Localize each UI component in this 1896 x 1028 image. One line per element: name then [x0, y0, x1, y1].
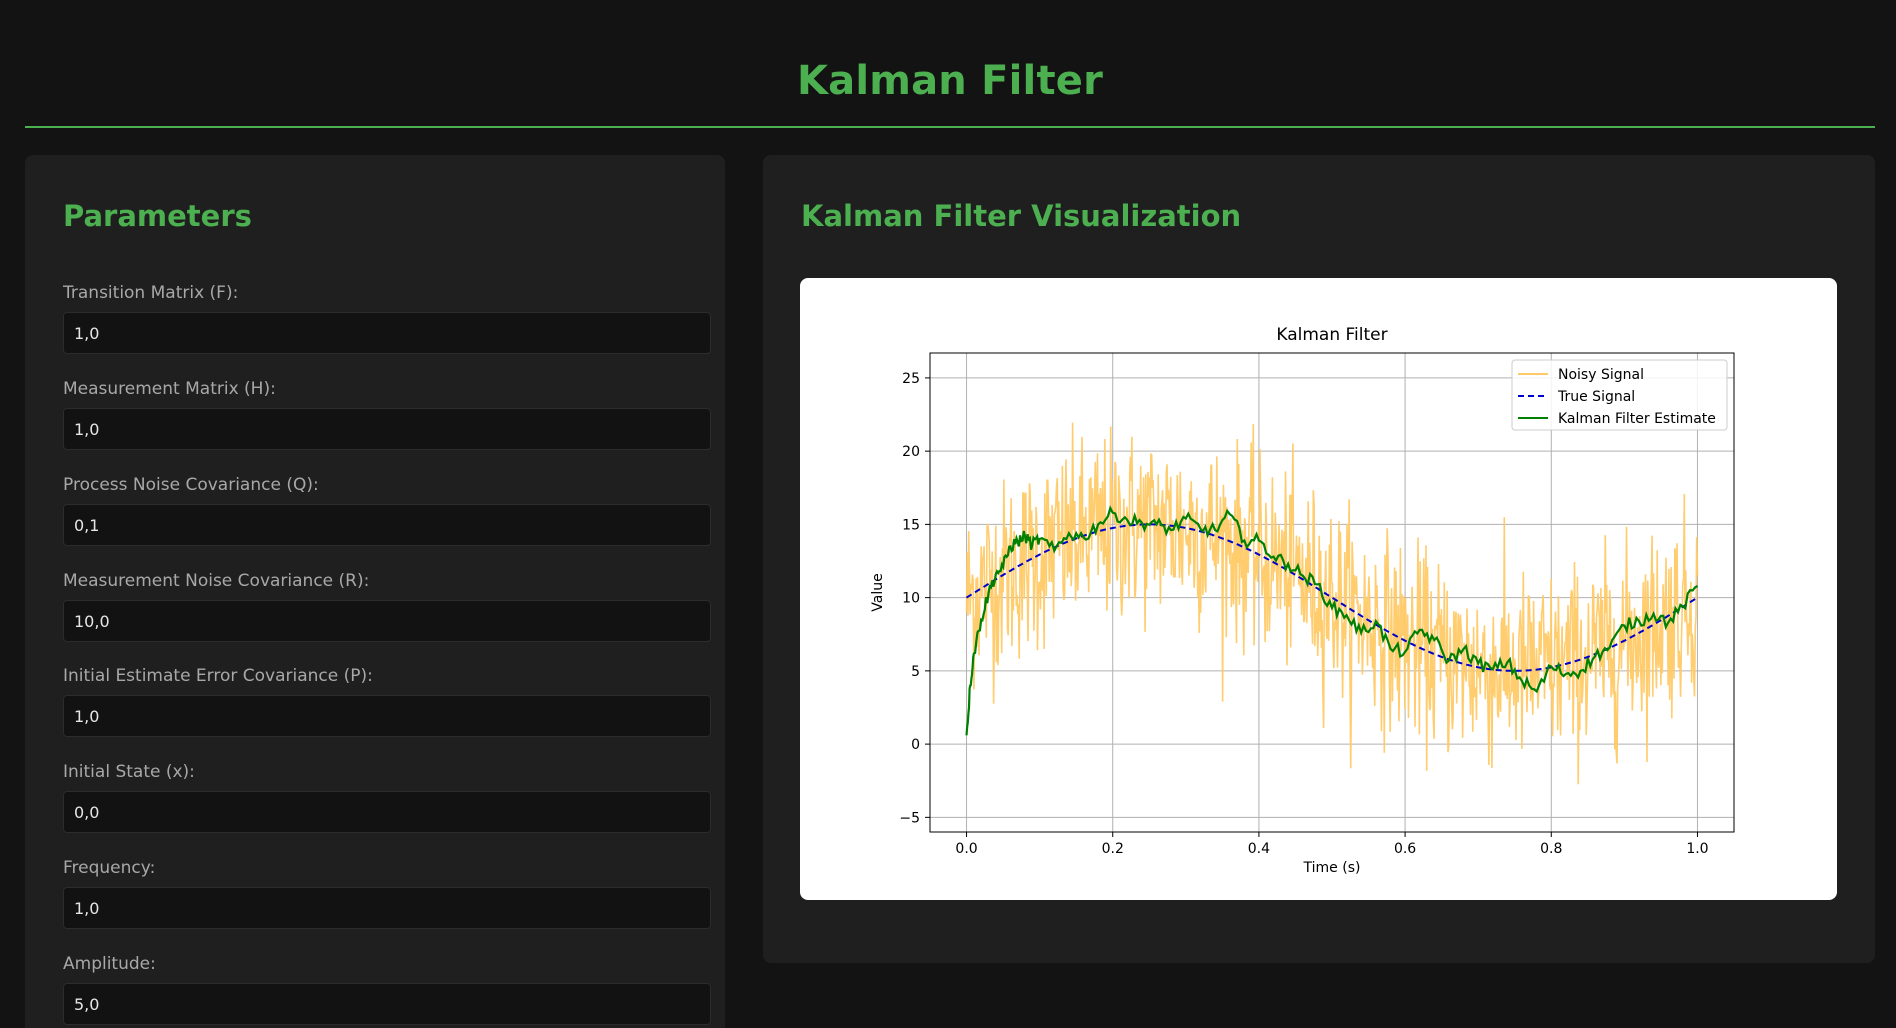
y-tick-label: 5: [911, 664, 920, 680]
title-divider: [25, 126, 1875, 128]
page: Kalman Filter Parameters Transition Matr…: [0, 0, 1896, 1028]
x-tick-label: 0.8: [1540, 841, 1562, 857]
amplitude-input[interactable]: [63, 983, 711, 1025]
transition-matrix-field: Transition Matrix (F):: [63, 283, 711, 354]
frequency-field: Frequency:: [63, 858, 711, 929]
measurement-matrix-field: Measurement Matrix (H):: [63, 379, 711, 450]
parameters-heading: Parameters: [63, 199, 252, 233]
chart-title: Kalman Filter: [1276, 325, 1387, 345]
x-tick-label: 0.2: [1102, 841, 1124, 857]
initial-state-label: Initial State (x):: [63, 762, 195, 782]
y-tick-label: 20: [902, 444, 920, 460]
measurement-matrix-label: Measurement Matrix (H):: [63, 379, 276, 399]
x-tick-label: 0.6: [1394, 841, 1416, 857]
amplitude-label: Amplitude:: [63, 954, 156, 974]
page-title: Kalman Filter: [796, 58, 1104, 104]
measurement-matrix-input[interactable]: [63, 408, 711, 450]
process-noise-label: Process Noise Covariance (Q):: [63, 475, 319, 495]
legend-noisy-label: Noisy Signal: [1558, 367, 1644, 383]
kalman-chart: 0.0 0.2 0.4 0.6 0.8 1.0 −5 0 5 10 15 20 25 Kalman Fil…: [870, 325, 1735, 876]
plot-card: 0.0 0.2 0.4 0.6 0.8 1.0 −5 0 5 10 15 20 25 Kalman Fil…: [800, 278, 1837, 900]
visualization-panel: Kalman Filter Visualization 0.0 0.2 0.4 0.6…: [763, 155, 1875, 963]
legend-true-label: True Signal: [1557, 389, 1635, 405]
process-noise-input[interactable]: [63, 504, 711, 546]
measurement-noise-input[interactable]: [63, 600, 711, 642]
x-tick-label: 0.4: [1248, 841, 1270, 857]
x-axis-label: Time (s): [1303, 860, 1361, 876]
y-tick-label: −5: [899, 810, 920, 826]
transition-matrix-label: Transition Matrix (F):: [63, 283, 239, 303]
frequency-label: Frequency:: [63, 858, 156, 878]
visualization-heading: Kalman Filter Visualization: [801, 199, 1242, 233]
initial-error-covariance-label: Initial Estimate Error Covariance (P):: [63, 666, 373, 686]
frequency-input[interactable]: [63, 887, 711, 929]
transition-matrix-input[interactable]: [63, 312, 711, 354]
noisy-signal-line: [965, 422, 1699, 785]
x-tick-label: 0.0: [955, 841, 977, 857]
initial-state-field: Initial State (x):: [63, 762, 711, 833]
process-noise-field: Process Noise Covariance (Q):: [63, 475, 711, 546]
x-tick-label: 1.0: [1686, 841, 1708, 857]
y-tick-label: 0: [911, 737, 920, 753]
y-tick-label: 25: [902, 371, 920, 387]
measurement-noise-field: Measurement Noise Covariance (R):: [63, 571, 711, 642]
legend-estimate-label: Kalman Filter Estimate: [1558, 411, 1716, 427]
y-tick-label: 10: [902, 591, 920, 607]
initial-state-input[interactable]: [63, 791, 711, 833]
initial-error-covariance-input[interactable]: [63, 695, 711, 737]
parameters-panel: Parameters Transition Matrix (F): Measur…: [25, 155, 725, 1028]
y-axis-label: Value: [870, 573, 886, 611]
measurement-noise-label: Measurement Noise Covariance (R):: [63, 571, 370, 591]
y-tick-label: 15: [902, 517, 920, 533]
initial-error-covariance-field: Initial Estimate Error Covariance (P):: [63, 666, 711, 737]
amplitude-field: Amplitude:: [63, 954, 711, 1025]
